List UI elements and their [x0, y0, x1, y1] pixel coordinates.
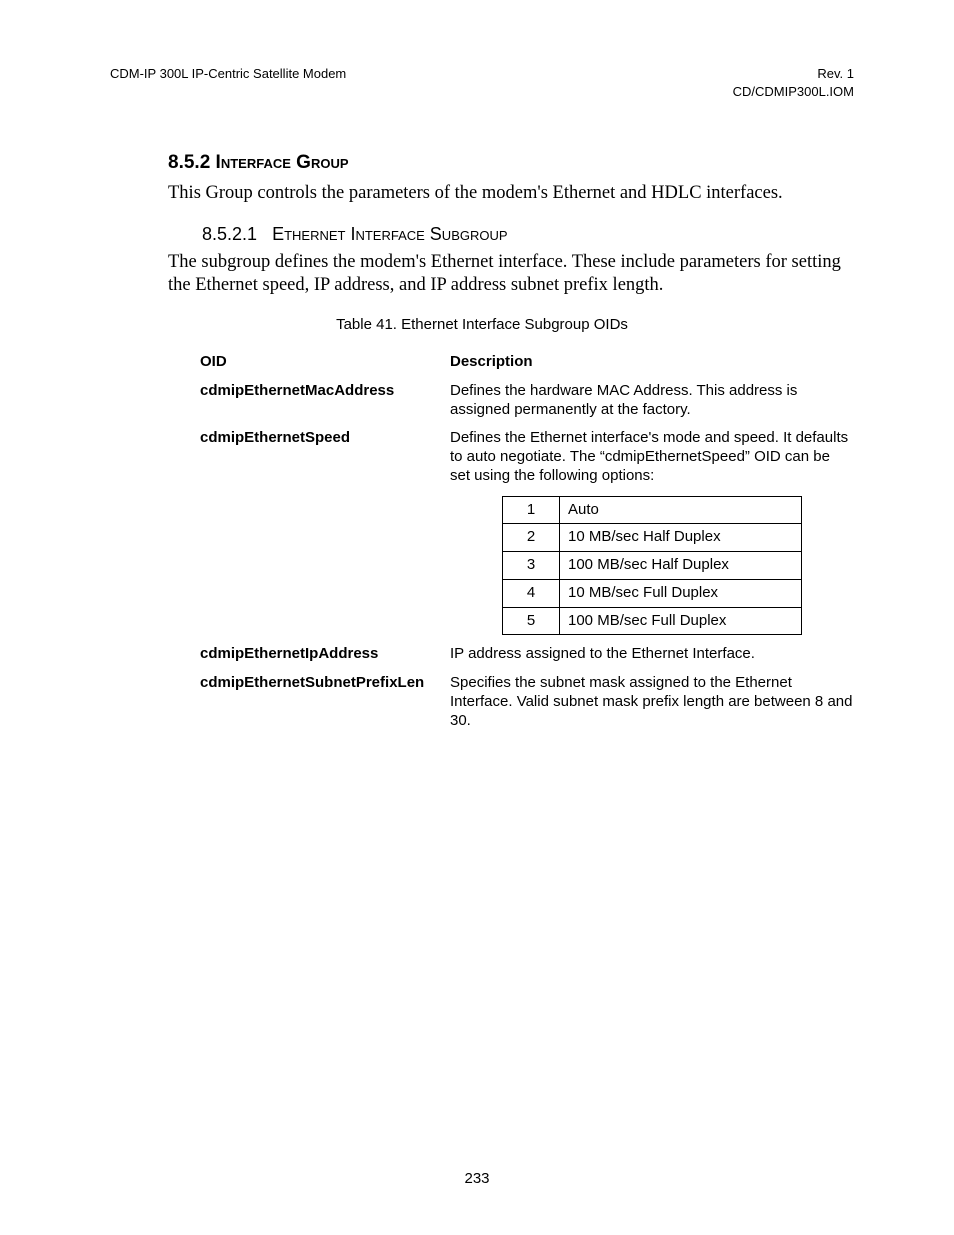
- desc-cell: Specifies the subnet mask assigned to th…: [450, 674, 854, 730]
- oid-cell: cdmipEthernetSpeed: [200, 429, 450, 635]
- desc-text: Defines the Ethernet interface's mode an…: [450, 429, 848, 484]
- heading-8521: 8.5.2.1 Ethernet Interface Subgroup: [202, 224, 854, 245]
- table-row: 5 100 MB/sec Full Duplex: [503, 607, 802, 635]
- body-8521: The subgroup defines the modem's Etherne…: [168, 251, 854, 298]
- heading-number: 8.5.2: [168, 152, 210, 173]
- option-number: 2: [503, 524, 560, 552]
- header-left: CDM-IP 300L IP-Centric Satellite Modem: [110, 65, 346, 100]
- heading-title: Ethernet Interface Subgroup: [272, 224, 507, 244]
- page-number: 233: [0, 1170, 954, 1187]
- page-header: CDM-IP 300L IP-Centric Satellite Modem R…: [110, 65, 854, 100]
- heading-title: Interface Group: [216, 152, 349, 173]
- table-row: 1 Auto: [503, 496, 802, 524]
- oid-cell: cdmipEthernetSubnetPrefixLen: [200, 674, 450, 730]
- speed-options-table: 1 Auto 2 10 MB/sec Half Duplex 3 100 MB/…: [450, 496, 854, 636]
- oid-table: OID Description cdmipEthernetMacAddress …: [200, 353, 854, 730]
- table-row: 4 10 MB/sec Full Duplex: [503, 579, 802, 607]
- desc-cell: IP address assigned to the Ethernet Inte…: [450, 645, 854, 664]
- oid-cell: cdmipEthernetMacAddress: [200, 382, 450, 420]
- option-number: 1: [503, 496, 560, 524]
- option-label: 10 MB/sec Half Duplex: [560, 524, 802, 552]
- heading-number: 8.5.2.1: [202, 224, 267, 244]
- page: CDM-IP 300L IP-Centric Satellite Modem R…: [0, 0, 954, 1235]
- desc-cell: Defines the hardware MAC Address. This a…: [450, 382, 854, 420]
- option-label: 100 MB/sec Half Duplex: [560, 552, 802, 580]
- header-doc-id: CD/CDMIP300L.IOM: [733, 83, 854, 101]
- header-rev: Rev. 1: [733, 65, 854, 83]
- th-oid: OID: [200, 353, 450, 372]
- table-row: 3 100 MB/sec Half Duplex: [503, 552, 802, 580]
- header-right: Rev. 1 CD/CDMIP300L.IOM: [733, 65, 854, 100]
- heading-852: 8.5.2 Interface Group: [168, 152, 854, 174]
- option-number: 5: [503, 607, 560, 635]
- oid-cell: cdmipEthernetIpAddress: [200, 645, 450, 664]
- option-label: 100 MB/sec Full Duplex: [560, 607, 802, 635]
- desc-cell: Defines the Ethernet interface's mode an…: [450, 429, 854, 635]
- table-row: 2 10 MB/sec Half Duplex: [503, 524, 802, 552]
- option-label: 10 MB/sec Full Duplex: [560, 579, 802, 607]
- option-number: 3: [503, 552, 560, 580]
- table-caption: Table 41. Ethernet Interface Subgroup OI…: [110, 316, 854, 333]
- option-number: 4: [503, 579, 560, 607]
- th-desc: Description: [450, 353, 854, 372]
- option-label: Auto: [560, 496, 802, 524]
- body-852: This Group controls the parameters of th…: [168, 182, 854, 206]
